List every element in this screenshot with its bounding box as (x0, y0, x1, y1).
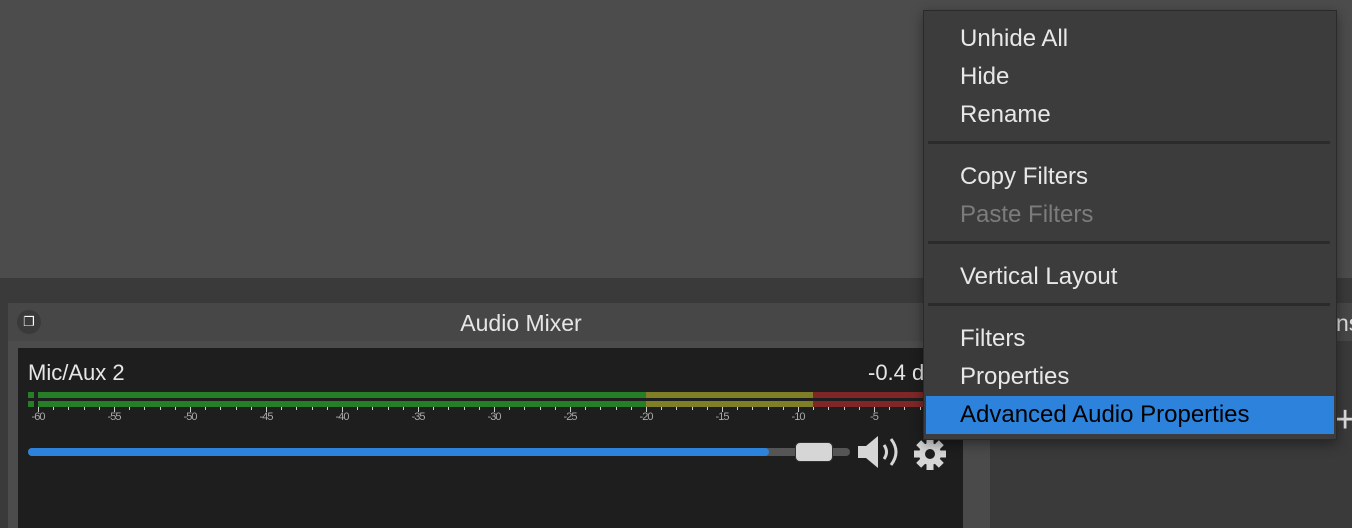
meter-tick (828, 407, 830, 410)
meter-tick (281, 407, 283, 410)
meter-tick (235, 407, 237, 410)
menu-item-rename[interactable]: Rename (926, 96, 1334, 134)
meter-tick (615, 407, 617, 410)
menu-item-filters[interactable]: Filters (926, 320, 1334, 358)
meter-green-zone (38, 392, 646, 398)
meter-tick (159, 407, 161, 410)
mixer-panel (18, 348, 963, 528)
meter-tick (387, 407, 389, 410)
meter-tick (782, 407, 784, 410)
menu-item-hide[interactable]: Hide (926, 58, 1334, 96)
right-dock-title: ns (1336, 310, 1352, 336)
meter-peak (28, 392, 34, 398)
menu-separator (928, 303, 1330, 306)
meter-tick (68, 407, 70, 410)
meter-tick (600, 407, 602, 410)
meter-tick (630, 407, 632, 410)
meter-tick (433, 407, 435, 410)
meter-tick (448, 407, 450, 410)
meter-tick (752, 407, 754, 410)
meter-tick (585, 407, 587, 410)
meter-tick-label: -5 (870, 411, 879, 423)
meter-tick (357, 407, 359, 410)
meter-tick-label: -25 (563, 411, 578, 423)
menu-item-paste-filters: Paste Filters (960, 201, 1094, 228)
meter-tick-label: -30 (487, 411, 502, 423)
menu-item-vertical-layout[interactable]: Vertical Layout (926, 258, 1334, 296)
meter-tick (144, 407, 146, 410)
gear-icon[interactable] (913, 437, 947, 471)
meter-tick (676, 407, 678, 410)
meter-tick (311, 407, 313, 410)
undock-icon[interactable]: ❐ (17, 310, 41, 334)
meter-tick (372, 407, 374, 410)
meter-tick (706, 407, 708, 410)
meter-tick-label: -55 (107, 411, 122, 423)
volume-slider-thumb[interactable] (795, 442, 833, 462)
meter-tick (661, 407, 663, 410)
meter-tick (904, 407, 906, 410)
menu-item-copy-filters[interactable]: Copy Filters (926, 158, 1334, 196)
meter-yellow-zone (646, 392, 814, 398)
meter-tick (296, 407, 298, 410)
menu-item-unhide-all[interactable]: Unhide All (926, 20, 1334, 58)
meter-tick (220, 407, 222, 410)
meter-tick (478, 407, 480, 410)
left-edge (0, 303, 8, 528)
meter-tick (250, 407, 252, 410)
meter-tick-label: -10 (791, 411, 806, 423)
source-name: Mic/Aux 2 (28, 360, 125, 385)
meter-tick (129, 407, 131, 410)
meter-tick-label: -20 (639, 411, 654, 423)
meter-tick (554, 407, 556, 410)
meter-tick (737, 407, 739, 410)
menu-separator (928, 141, 1330, 144)
meter-tick (889, 407, 891, 410)
meter-peak (28, 401, 34, 407)
meter-tick (919, 407, 921, 410)
meter-tick-label: -50 (183, 411, 198, 423)
meter-tick (402, 407, 404, 410)
menu-separator (928, 241, 1330, 244)
meter-tick-label: -40 (335, 411, 350, 423)
meter-tick (463, 407, 465, 410)
meter-tick-label: -35 (411, 411, 426, 423)
meter-tick (326, 407, 328, 410)
meter-tick (83, 407, 85, 410)
volume-slider-fill (28, 448, 769, 456)
meter-tick (813, 407, 815, 410)
menu-item-advanced-audio-properties[interactable]: Advanced Audio Properties (926, 396, 1334, 434)
meter-tick (843, 407, 845, 410)
meter-yellow-zone (646, 401, 814, 407)
speaker-icon[interactable] (856, 434, 904, 470)
meter-tick (174, 407, 176, 410)
meter-tick (691, 407, 693, 410)
meter-tick (98, 407, 100, 410)
meter-tick (524, 407, 526, 410)
context-menu: Unhide All Hide Rename Copy Filters Paste Fi… (923, 10, 1337, 440)
menu-item-properties[interactable]: Properties (926, 358, 1334, 396)
meter-tick (509, 407, 511, 410)
meter-tick (858, 407, 860, 410)
meter-tick (205, 407, 207, 410)
meter-tick (539, 407, 541, 410)
meter-tick-label: -45 (259, 411, 274, 423)
meter-tick-label: -60 (31, 411, 46, 423)
dock-title: Audio Mixer (460, 310, 582, 336)
meter-tick (767, 407, 769, 410)
meter-tick (53, 407, 55, 410)
meter-tick-label: -15 (715, 411, 730, 423)
